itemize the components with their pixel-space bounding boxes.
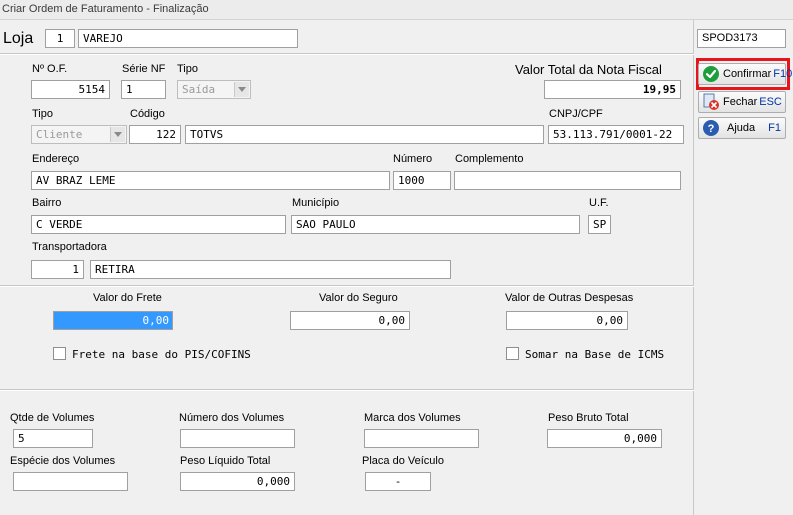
valor-total-input[interactable]: 19,95 [544, 80, 681, 99]
numero-volumes-input[interactable] [180, 429, 295, 448]
especie-volumes-input[interactable] [13, 472, 128, 491]
transportadora-label: Transportadora [32, 241, 107, 253]
check-icon [703, 66, 719, 82]
transportadora-name-input[interactable]: RETIRA [90, 260, 451, 279]
loja-label: Loja [3, 30, 34, 47]
complemento-input[interactable] [454, 171, 681, 190]
qtde-volumes-input[interactable]: 5 [13, 429, 93, 448]
peso-bruto-input[interactable]: 0,000 [547, 429, 662, 448]
codigo-label: Código [130, 108, 165, 120]
action-sidebar: SPOD3173 Confirmar F10 Fechar ESC ? Ajud… [695, 20, 793, 515]
numero-input[interactable]: 1000 [393, 171, 451, 190]
chevron-down-icon [110, 127, 125, 142]
fechar-button[interactable]: Fechar ESC [698, 91, 786, 113]
svg-text:?: ? [708, 123, 715, 135]
help-icon: ? [703, 120, 719, 136]
ajuda-shortcut: F1 [768, 122, 781, 134]
frete-label: Valor do Frete [93, 292, 162, 304]
window-titlebar: Criar Ordem de Faturamento - Finalização [0, 0, 793, 20]
qtde-volumes-label: Qtde de Volumes [10, 412, 95, 424]
codigo-input[interactable]: 122 [129, 125, 181, 144]
tipo-nf-value: Saída [182, 83, 216, 96]
cliente-tipo-label: Tipo [32, 108, 53, 120]
uf-input[interactable]: SP [588, 215, 611, 234]
cliente-tipo-value: Cliente [36, 128, 83, 141]
serie-nf-input[interactable]: 1 [121, 80, 166, 99]
placa-veiculo-label: Placa do Veículo [362, 455, 444, 467]
frete-pis-label: Frete na base do PIS/COFINS [72, 348, 251, 361]
fechar-label: Fechar [723, 96, 758, 108]
serie-nf-label: Série NF [122, 63, 166, 75]
divider [0, 389, 694, 391]
bairro-label: Bairro [32, 197, 62, 209]
frete-value: 0,00 [54, 312, 172, 329]
loja-name-input[interactable]: VAREJO [78, 29, 298, 48]
peso-liquido-input[interactable]: 0,000 [180, 472, 295, 491]
endereco-input[interactable]: AV BRAZ LEME [31, 171, 390, 190]
frete-input[interactable]: 0,00 [53, 311, 173, 330]
seguro-label: Valor do Seguro [319, 292, 398, 304]
confirmar-label: Confirmar [723, 68, 772, 80]
confirmar-shortcut: F10 [773, 68, 793, 80]
marca-volumes-input[interactable] [364, 429, 479, 448]
cliente-nome-input[interactable]: TOTVS [185, 125, 544, 144]
cnpj-label: CNPJ/CPF [549, 108, 603, 120]
divider [0, 53, 694, 55]
peso-liquido-label: Peso Líquido Total [180, 455, 271, 467]
tipo-nf-select: Saída [177, 80, 251, 99]
municipio-input[interactable]: SAO PAULO [291, 215, 580, 234]
chevron-down-icon [234, 82, 249, 97]
loja-code-input[interactable]: 1 [45, 29, 75, 48]
confirmar-button[interactable]: Confirmar F10 [698, 63, 792, 85]
somar-icms-checkbox[interactable] [506, 347, 519, 360]
ajuda-label: Ajuda [727, 122, 756, 134]
numero-volumes-label: Número dos Volumes [179, 412, 285, 424]
window-title: Criar Ordem de Faturamento - Finalização [2, 3, 209, 15]
especie-volumes-label: Espécie dos Volumes [10, 455, 116, 467]
transportadora-code-input[interactable]: 1 [31, 260, 84, 279]
frete-pis-checkbox[interactable] [53, 347, 66, 360]
divider [0, 285, 694, 287]
of-label: Nº O.F. [32, 63, 68, 75]
of-number-input[interactable]: 5154 [31, 80, 110, 99]
form-panel: Loja 1 VAREJO Nº O.F. 5154 Série NF 1 Ti… [0, 20, 694, 515]
endereco-label: Endereço [32, 153, 80, 165]
cliente-tipo-select: Cliente [31, 125, 127, 144]
close-icon [703, 93, 719, 110]
placa-veiculo-input[interactable]: - [365, 472, 431, 491]
uf-label: U.F. [589, 197, 609, 209]
cnpj-input[interactable]: 53.113.791/0001-22 [548, 125, 684, 144]
marca-volumes-label: Marca dos Volumes [364, 412, 461, 424]
municipio-label: Município [292, 197, 340, 209]
tipo-nf-label: Tipo [177, 63, 198, 75]
seguro-input[interactable]: 0,00 [290, 311, 410, 330]
complemento-label: Complemento [455, 153, 524, 165]
outras-despesas-input[interactable]: 0,00 [506, 311, 628, 330]
program-code: SPOD3173 [697, 29, 786, 48]
somar-icms-label: Somar na Base de ICMS [525, 348, 665, 361]
bairro-input[interactable]: C VERDE [31, 215, 286, 234]
valor-total-label: Valor Total da Nota Fiscal [515, 62, 662, 77]
ajuda-button[interactable]: ? Ajuda F1 [698, 117, 786, 139]
outras-despesas-label: Valor de Outras Despesas [505, 292, 634, 304]
numero-label: Número [393, 153, 433, 165]
fechar-shortcut: ESC [759, 96, 782, 108]
peso-bruto-label: Peso Bruto Total [548, 412, 629, 424]
